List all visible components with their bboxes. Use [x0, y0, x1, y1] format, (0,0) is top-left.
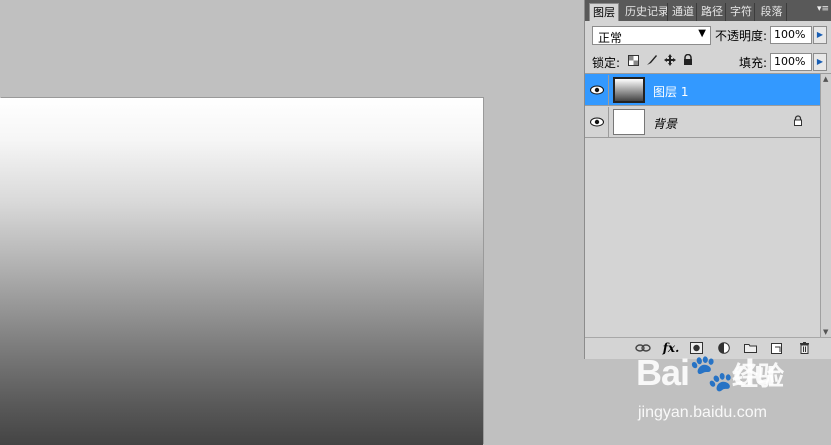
watermark-url: jingyan.baidu.com	[638, 404, 767, 421]
scroll-down-icon[interactable]: ▼	[823, 328, 828, 336]
blend-mode-select[interactable]: 正常 ▼	[592, 26, 711, 45]
document-canvas[interactable]	[0, 98, 483, 445]
lock-row: 锁定: 填充: 100% ▶	[585, 49, 831, 74]
layer-lock-icon	[793, 115, 803, 129]
baidu-jingyan-watermark: Bai🐾du 经验 jingyan.baidu.com	[636, 352, 826, 428]
tab-character[interactable]: 字符	[728, 3, 755, 21]
watermark-service: 经验	[732, 362, 785, 392]
fill-label: 填充:	[739, 56, 768, 70]
layer-row[interactable]: 背景	[585, 106, 820, 138]
layer-name[interactable]: 图层 1	[653, 83, 688, 100]
opacity-slider-button[interactable]: ▶	[813, 26, 827, 44]
layer-name[interactable]: 背景	[653, 115, 677, 132]
scroll-up-icon[interactable]: ▲	[823, 75, 828, 83]
panel-menu-icon[interactable]: ▾≡	[816, 3, 830, 15]
visibility-toggle[interactable]	[586, 107, 609, 137]
lock-all-icon[interactable]	[681, 53, 694, 67]
layer-row[interactable]: 图层 1	[585, 74, 820, 106]
tab-layers[interactable]: 图层	[589, 3, 619, 21]
layers-panel: 图层 历史记录 通道 路径 字符 段落 ▾≡ 正常 ▼ 不透明度: 100% ▶…	[584, 0, 831, 359]
lock-label: 锁定:	[592, 56, 621, 70]
visibility-toggle[interactable]	[586, 75, 609, 105]
paw-icon: 🐾	[689, 352, 734, 393]
lock-transparent-pixels-icon[interactable]	[627, 53, 640, 67]
lock-position-icon[interactable]	[663, 53, 676, 67]
tab-paths[interactable]: 路径	[699, 3, 726, 21]
layer-thumbnail	[613, 109, 645, 135]
chevron-down-icon: ▼	[698, 28, 706, 39]
eye-icon	[590, 85, 604, 95]
eye-icon	[590, 117, 604, 127]
opacity-label: 不透明度:	[715, 29, 768, 43]
lock-image-pixels-icon[interactable]	[645, 53, 658, 67]
fill-input[interactable]: 100%	[770, 53, 812, 71]
opacity-input[interactable]: 100%	[770, 26, 812, 44]
tab-history[interactable]: 历史记录	[625, 3, 668, 21]
panel-tab-bar: 图层 历史记录 通道 路径 字符 段落 ▾≡	[585, 0, 831, 21]
blend-mode-value: 正常	[598, 31, 623, 45]
blend-row: 正常 ▼ 不透明度: 100% ▶	[585, 22, 831, 49]
canvas-workspace[interactable]	[0, 0, 584, 445]
layers-scrollbar[interactable]: ▲ ▼	[820, 74, 831, 337]
fill-slider-button[interactable]: ▶	[813, 53, 827, 71]
tab-paragraph[interactable]: 段落	[757, 3, 787, 21]
layer-thumbnail	[613, 77, 645, 103]
tab-channels[interactable]: 通道	[670, 3, 697, 21]
